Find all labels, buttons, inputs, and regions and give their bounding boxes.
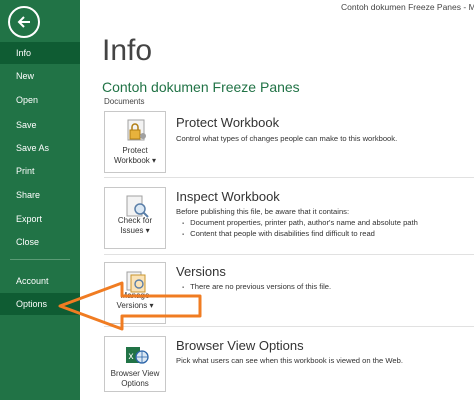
protect-workbook-button[interactable]: Protect Workbook ▾ (104, 111, 166, 173)
back-button[interactable] (8, 6, 40, 38)
browser-view-options-button[interactable]: x Browser View Options (104, 336, 166, 392)
inspect-bullet: Content that people with disabilities fi… (182, 228, 375, 241)
excel-browser-icon: x (126, 347, 149, 364)
backstage-sidebar: Info New Open Save Save As Print Share E… (0, 0, 80, 400)
nav-export[interactable]: Export (0, 208, 80, 230)
nav-share[interactable]: Share (0, 184, 80, 206)
workbook-name: Contoh dokumen Freeze Panes (102, 79, 300, 95)
page-title: Info (102, 34, 153, 67)
browser-tile-line2: Options (121, 379, 149, 388)
browser-view-title: Browser View Options (176, 338, 304, 353)
versions-bullet: There are no previous versions of this f… (182, 281, 331, 294)
protect-tile-line1: Protect (122, 146, 148, 155)
nav-info[interactable]: Info (0, 42, 80, 64)
svg-text:x: x (129, 351, 134, 362)
check-for-issues-button[interactable]: Check for Issues ▾ (104, 187, 166, 249)
protect-tile-line2: Workbook ▾ (113, 156, 157, 165)
browser-view-desc: Pick what users can see when this workbo… (176, 356, 403, 365)
browser-tile-line1: Browser View (110, 369, 160, 378)
check-tile-line2: Issues ▾ (120, 226, 150, 235)
inspect-workbook-desc: Before publishing this file, be aware th… (176, 207, 350, 216)
nav-print[interactable]: Print (0, 160, 80, 182)
section-divider (104, 326, 474, 327)
versions-title: Versions (176, 264, 226, 279)
protect-workbook-section: Protect Workbook ▾ Protect Workbook Cont… (104, 111, 474, 181)
nav-save[interactable]: Save (0, 114, 80, 136)
check-tile-line1: Check for (117, 216, 153, 225)
protect-workbook-title: Protect Workbook (176, 115, 280, 130)
window-title: Contoh dokumen Freeze Panes - Micros (341, 2, 474, 12)
nav-close[interactable]: Close (0, 231, 80, 253)
manage-versions-button[interactable]: Manage Versions ▾ (104, 262, 166, 324)
nav-divider (10, 259, 70, 260)
section-divider (104, 254, 474, 255)
versions-section: Manage Versions ▾ Versions There are no … (104, 262, 474, 328)
nav-open[interactable]: Open (0, 89, 80, 111)
nav-new[interactable]: New (0, 65, 80, 87)
nav-account[interactable]: Account (0, 270, 80, 292)
section-divider (104, 177, 474, 178)
protect-workbook-desc: Control what types of changes people can… (176, 134, 398, 143)
inspect-workbook-title: Inspect Workbook (176, 189, 280, 204)
nav-options[interactable]: Options (0, 293, 80, 315)
inspect-workbook-section: Check for Issues ▾ Inspect Workbook Befo… (104, 187, 474, 257)
back-arrow-icon (17, 16, 30, 28)
versions-tile-line2: Versions ▾ (116, 301, 154, 310)
versions-tile-line1: Manage (120, 291, 150, 300)
browser-view-section: x Browser View Options Browser View Opti… (104, 336, 474, 398)
nav-save-as[interactable]: Save As (0, 137, 80, 159)
workbook-location: Documents (104, 97, 145, 106)
lock-document-icon (127, 119, 146, 141)
